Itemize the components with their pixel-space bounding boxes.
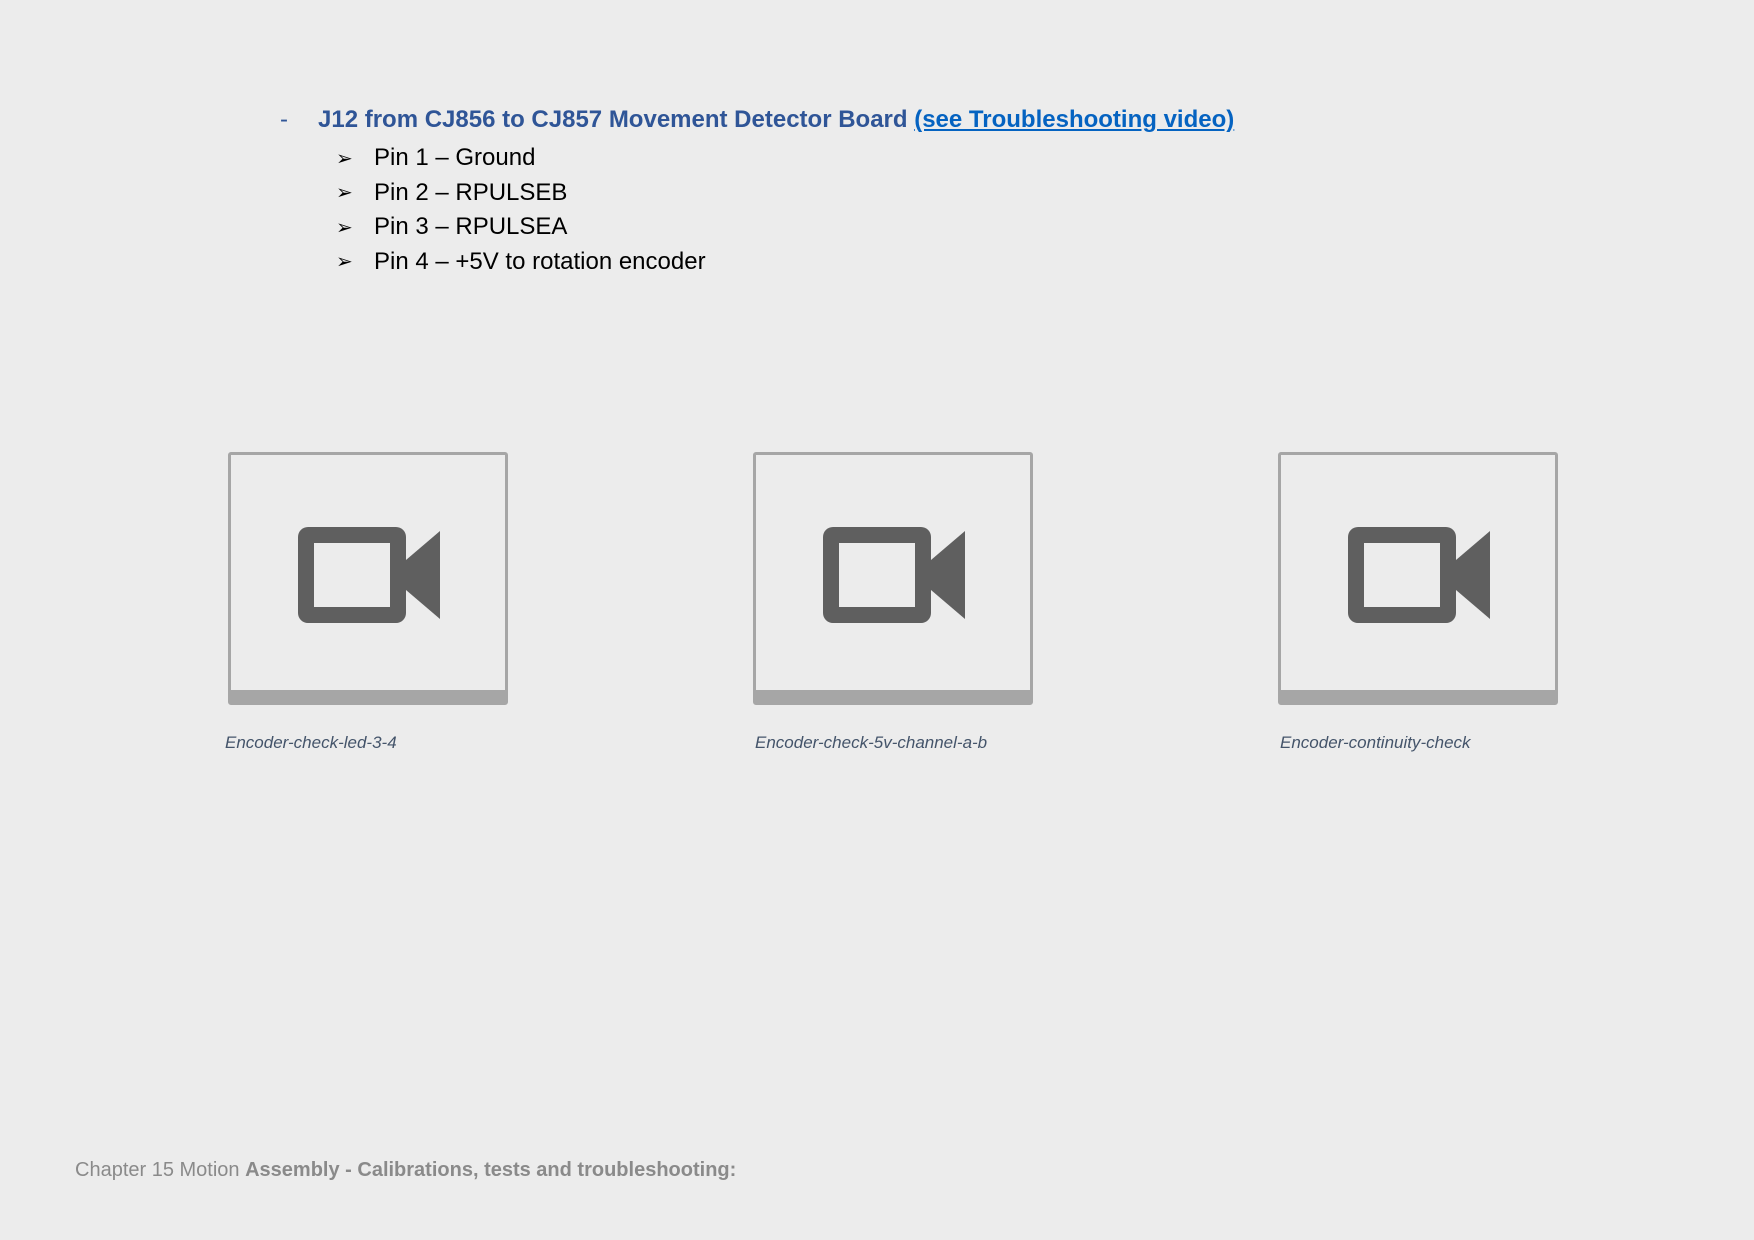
list-dash: - xyxy=(280,106,288,133)
video-caption: Encoder-check-led-3-4 xyxy=(225,733,397,752)
list-item: ➢ Pin 4 – +5V to rotation encoder xyxy=(336,245,706,280)
arrow-bullet-icon: ➢ xyxy=(336,182,353,205)
pin-list: ➢ Pin 1 – Ground ➢ Pin 2 – RPULSEB ➢ Pin 3 … xyxy=(336,141,706,279)
troubleshooting-video-link[interactable]: (see Troubleshooting video) xyxy=(914,106,1234,133)
page-footer: Chapter 15 Motion Assembly - Calibration… xyxy=(75,1159,736,1182)
video-bar xyxy=(1281,690,1555,702)
section-heading: - J12 from CJ856 to CJ857 Movement Detect… xyxy=(280,106,1234,134)
list-item: ➢ Pin 2 – RPULSEB xyxy=(336,176,706,211)
arrow-bullet-icon: ➢ xyxy=(336,251,353,274)
video-caption: Encoder-continuity-check xyxy=(1280,733,1471,752)
footer-chapter: Chapter 15 Motion xyxy=(75,1159,240,1181)
video-camera-icon xyxy=(298,527,440,623)
video-thumbnail-2[interactable] xyxy=(753,452,1033,705)
list-item: ➢ Pin 1 – Ground xyxy=(336,141,706,176)
footer-title: Assembly - Calibrations, tests and troub… xyxy=(245,1159,737,1181)
video-thumbnail-1[interactable] xyxy=(228,452,508,705)
section-title: J12 from CJ856 to CJ857 Movement Detecto… xyxy=(318,106,908,133)
arrow-bullet-icon: ➢ xyxy=(336,216,353,239)
video-camera-icon xyxy=(1348,527,1490,623)
arrow-bullet-icon: ➢ xyxy=(336,147,353,170)
video-caption: Encoder-check-5v-channel-a-b xyxy=(755,733,988,752)
video-thumbnail-3[interactable] xyxy=(1278,452,1558,705)
pin-text: Pin 2 – RPULSEB xyxy=(374,178,568,206)
video-bar xyxy=(231,690,505,702)
list-item: ➢ Pin 3 – RPULSEA xyxy=(336,210,706,245)
pin-text: Pin 4 – +5V to rotation encoder xyxy=(374,247,706,275)
video-bar xyxy=(756,690,1030,702)
pin-text: Pin 1 – Ground xyxy=(374,144,536,172)
pin-text: Pin 3 – RPULSEA xyxy=(374,213,568,241)
video-camera-icon xyxy=(823,527,965,623)
